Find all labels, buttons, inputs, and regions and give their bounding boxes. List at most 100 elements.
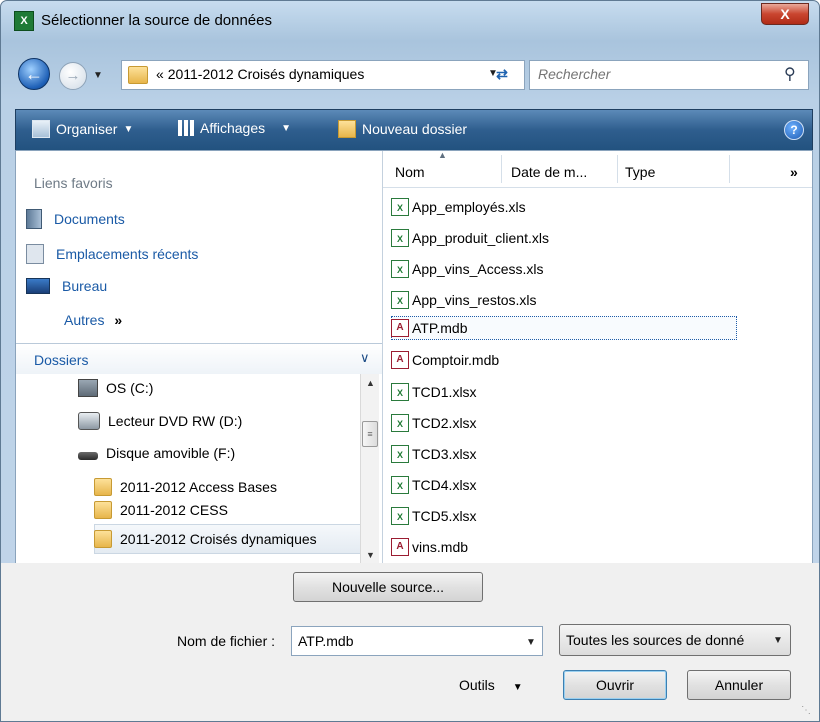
- history-dropdown-icon[interactable]: ▼: [93, 70, 103, 81]
- scroll-up-icon[interactable]: ▲: [366, 378, 375, 388]
- excel-file-icon: X: [391, 198, 409, 216]
- column-separator[interactable]: [501, 155, 502, 183]
- file-name: App_produit_client.xls: [412, 230, 549, 246]
- file-item[interactable]: Avins.mdb: [391, 535, 468, 559]
- open-button[interactable]: Ouvrir: [563, 670, 667, 700]
- tree-item-label: OS (C:): [106, 380, 154, 396]
- file-name: TCD5.xlsx: [412, 508, 477, 524]
- excel-file-icon: X: [391, 507, 409, 525]
- tree-item-dvd-d[interactable]: Lecteur DVD RW (D:): [78, 412, 242, 430]
- scrollbar-thumb[interactable]: ≡: [362, 421, 378, 447]
- file-item[interactable]: X App_produit_client.xls: [391, 226, 549, 250]
- views-label: Affichages: [200, 120, 266, 136]
- file-name: App_vins_Access.xls: [412, 261, 544, 277]
- file-name: TCD3.xlsx: [412, 446, 477, 462]
- tree-item-croises-dynamiques[interactable]: 2011-2012 Croisés dynamiques: [94, 530, 317, 548]
- access-file-icon: A: [391, 538, 409, 556]
- file-item[interactable]: X TCD3.xlsx: [391, 442, 477, 466]
- column-separator[interactable]: [617, 155, 618, 183]
- tree-item-label: Disque amovible (F:): [106, 445, 236, 461]
- dvd-drive-icon: [78, 412, 100, 430]
- file-item[interactable]: X App_employés.xls: [391, 195, 526, 219]
- excel-file-icon: X: [391, 414, 409, 432]
- filename-input[interactable]: [298, 633, 508, 649]
- views-button[interactable]: Affichages ▼: [178, 120, 291, 136]
- folders-header: Dossiers: [34, 352, 89, 368]
- new-source-button[interactable]: Nouvelle source...: [293, 572, 483, 602]
- file-name: App_employés.xls: [412, 199, 526, 215]
- file-item[interactable]: X TCD4.xlsx: [391, 473, 477, 497]
- title-bar: X Sélectionner la source de données X: [1, 1, 819, 39]
- folder-tree: OS (C:) Lecteur DVD RW (D:) Disque amovi…: [16, 374, 362, 563]
- file-type-filter-select[interactable]: Toutes les sources de donné ▼: [559, 624, 791, 656]
- chevron-down-icon: ▼: [123, 123, 134, 135]
- folder-icon: [128, 66, 148, 84]
- file-item[interactable]: X TCD5.xlsx: [391, 504, 477, 528]
- filename-combobox[interactable]: ▼: [291, 626, 543, 656]
- address-bar[interactable]: « 2011-2012 Croisés dynamiques ▼: [121, 60, 525, 90]
- more-favorites-link[interactable]: Autres »: [64, 312, 122, 328]
- cancel-button[interactable]: Annuler: [687, 670, 791, 700]
- views-icon: [178, 120, 194, 136]
- file-name: TCD4.xlsx: [412, 477, 477, 493]
- close-button[interactable]: X: [761, 3, 809, 25]
- file-item[interactable]: X App_vins_Access.xls: [391, 257, 544, 281]
- organize-button[interactable]: Organiser ▼: [32, 120, 133, 138]
- search-input[interactable]: [538, 66, 768, 82]
- tree-item-label: 2011-2012 Croisés dynamiques: [120, 531, 317, 547]
- column-header-name[interactable]: Nom: [395, 164, 425, 180]
- column-header-type[interactable]: Type: [625, 164, 655, 180]
- excel-file-icon: X: [391, 291, 409, 309]
- file-name: TCD1.xlsx: [412, 384, 477, 400]
- favorites-header: Liens favoris: [34, 175, 113, 191]
- excel-app-icon: X: [14, 11, 34, 31]
- favorite-desktop[interactable]: Bureau: [26, 278, 107, 294]
- excel-file-icon: X: [391, 383, 409, 401]
- tree-item-removable-f[interactable]: Disque amovible (F:): [78, 445, 235, 461]
- file-item[interactable]: X TCD2.xlsx: [391, 411, 477, 435]
- file-name: vins.mdb: [412, 539, 469, 555]
- documents-icon: [26, 209, 42, 229]
- file-item[interactable]: X App_vins_restos.xls: [391, 288, 537, 312]
- forward-button[interactable]: →: [59, 62, 87, 90]
- favorite-recent-places[interactable]: Emplacements récents: [26, 244, 198, 264]
- tools-menu[interactable]: Outils ▼: [459, 677, 523, 693]
- folder-tree-scrollbar[interactable]: ▲ ≡ ▼: [360, 374, 379, 563]
- scroll-down-icon[interactable]: ▼: [366, 550, 375, 560]
- refresh-button[interactable]: ⇄: [483, 60, 521, 88]
- tree-item-cess[interactable]: 2011-2012 CESS: [94, 501, 228, 519]
- file-item[interactable]: A Comptoir.mdb: [391, 348, 499, 372]
- filename-dropdown-icon[interactable]: ▼: [526, 637, 536, 648]
- favorite-label: Documents: [54, 211, 125, 227]
- excel-file-icon: X: [391, 445, 409, 463]
- excel-file-icon: X: [391, 476, 409, 494]
- file-name: ATP.mdb: [412, 320, 468, 336]
- search-box[interactable]: ⚲: [529, 60, 809, 90]
- favorite-label: Bureau: [62, 278, 108, 294]
- new-folder-button[interactable]: Nouveau dossier: [338, 120, 467, 138]
- favorite-label: Emplacements récents: [56, 246, 199, 262]
- navigation-pane: Liens favoris Documents Emplacements réc…: [16, 151, 383, 563]
- folders-section-toggle[interactable]: Dossiers ∨: [16, 343, 382, 374]
- tree-item-os-c[interactable]: OS (C:): [78, 379, 153, 397]
- new-folder-label: Nouveau dossier: [362, 121, 468, 137]
- favorite-documents[interactable]: Documents: [26, 209, 125, 229]
- file-item[interactable]: X TCD1.xlsx: [391, 380, 477, 404]
- help-icon[interactable]: ?: [784, 120, 804, 140]
- column-separator[interactable]: [729, 155, 730, 183]
- search-icon[interactable]: ⚲: [784, 64, 796, 84]
- file-item-selected[interactable]: A ATP.mdb: [391, 316, 468, 340]
- back-button[interactable]: ←: [18, 58, 50, 90]
- more-columns-chevron[interactable]: »: [790, 164, 798, 180]
- filter-dropdown-icon: ▼: [773, 635, 783, 646]
- resize-grip-icon[interactable]: ⋱: [801, 705, 811, 716]
- removable-disk-icon: [78, 452, 98, 460]
- access-file-icon: A: [391, 319, 409, 337]
- column-header-date[interactable]: Date de m...: [511, 164, 587, 180]
- organize-label: Organiser: [56, 121, 118, 137]
- tree-item-label: Lecteur DVD RW (D:): [108, 413, 243, 429]
- file-type-filter-value: Toutes les sources de donné: [566, 632, 745, 648]
- tree-item-access-bases[interactable]: 2011-2012 Access Bases: [94, 478, 277, 496]
- folder-icon: [94, 530, 112, 548]
- folder-icon: [94, 501, 112, 519]
